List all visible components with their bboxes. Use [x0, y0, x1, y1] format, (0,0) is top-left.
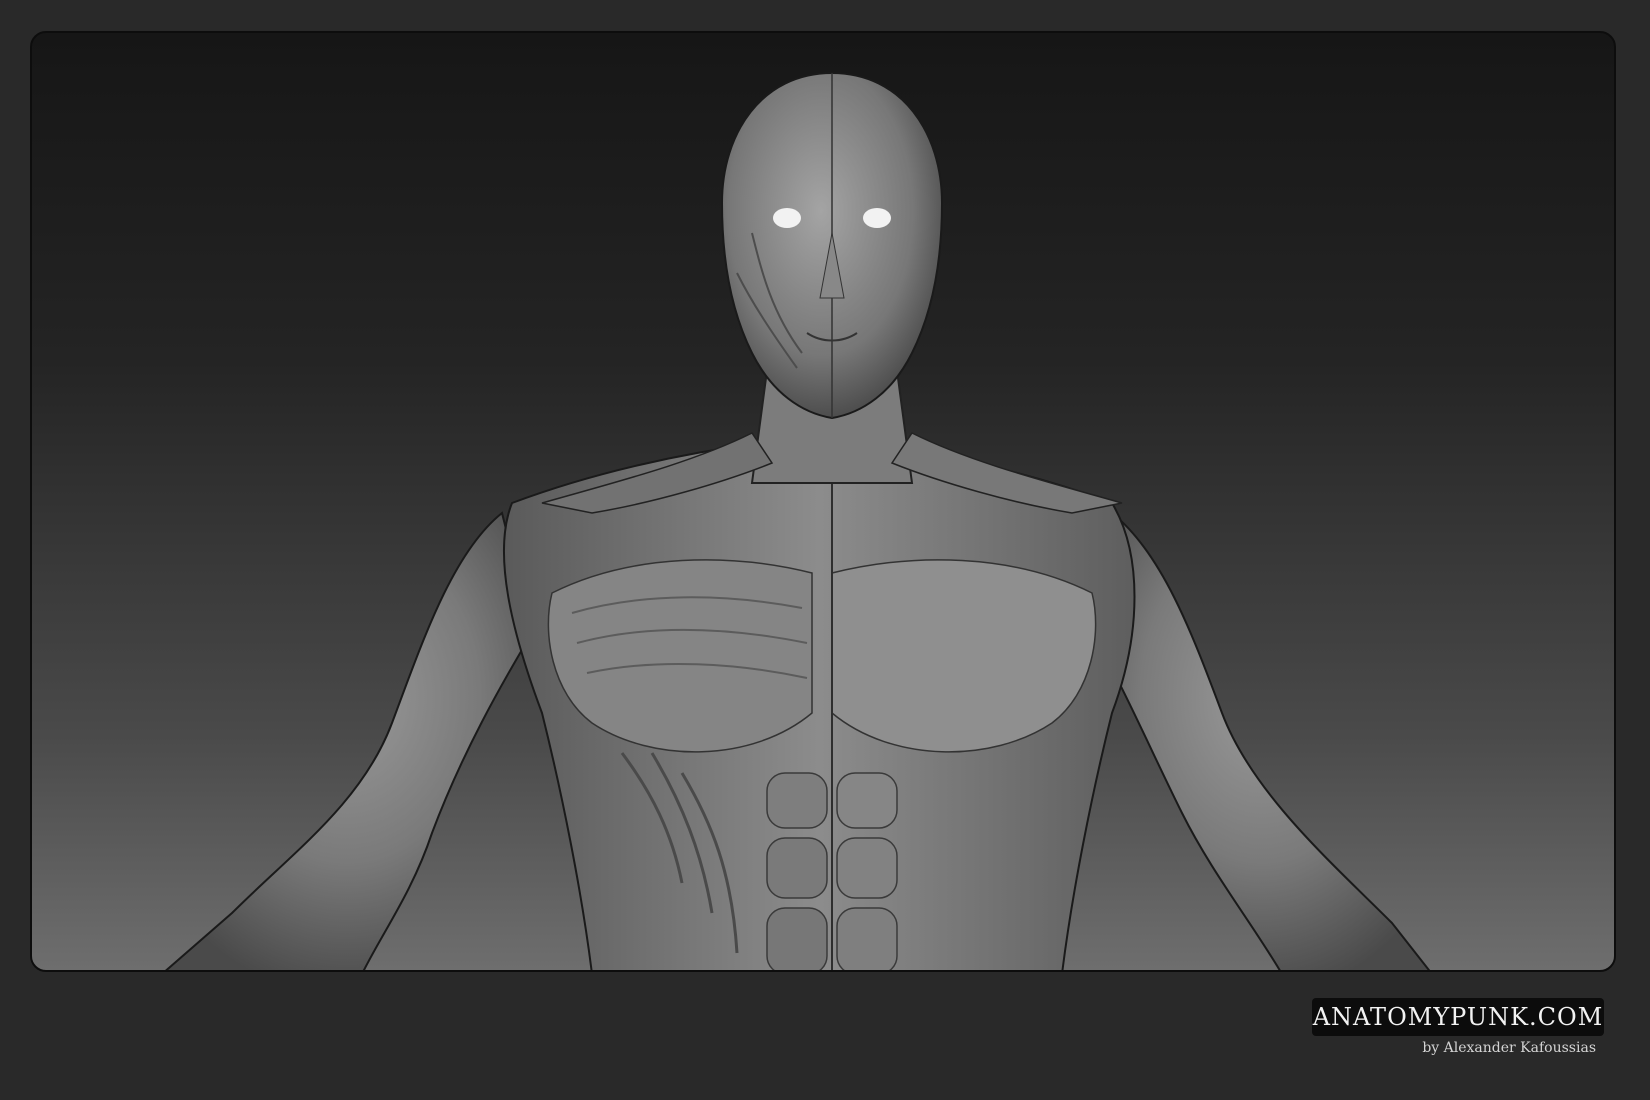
- author-credit: by Alexander Kafoussias: [1422, 1040, 1596, 1056]
- anatomy-render-image: [30, 31, 1616, 972]
- anatomy-figure: [165, 71, 1431, 970]
- brand-label: ANATOMYPUNK.COM: [1312, 1003, 1604, 1031]
- brand-badge: ANATOMYPUNK.COM: [1312, 998, 1604, 1036]
- page: ANATOMYPUNK.COM by Alexander Kafoussias: [0, 0, 1650, 1100]
